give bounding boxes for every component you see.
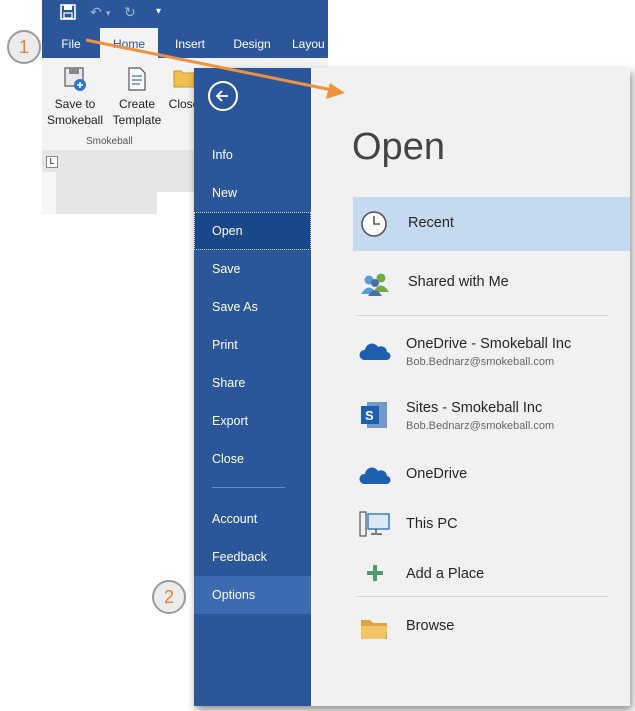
callout-2: 2 xyxy=(152,580,186,614)
annotation-arrow xyxy=(85,38,345,99)
callout-1: 1 xyxy=(7,30,41,64)
